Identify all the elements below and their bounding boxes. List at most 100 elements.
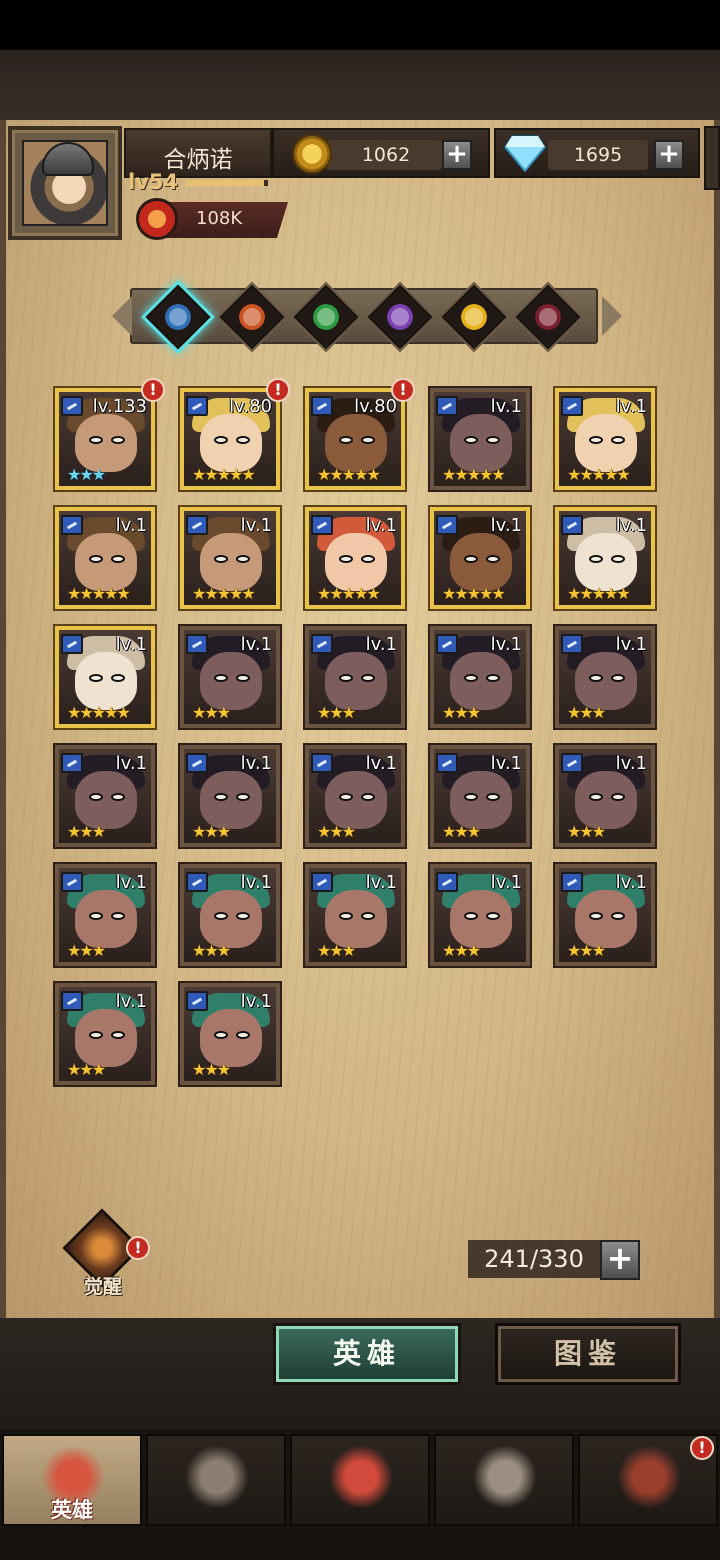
diamond-icon (504, 135, 546, 172)
hero-class-icon (436, 515, 458, 535)
add-gold-button[interactable]: + (442, 140, 472, 170)
hero-card[interactable]: lv.1 ★★★ (555, 626, 655, 728)
header-band (0, 50, 720, 130)
hero-level: lv.80 (354, 396, 397, 417)
player-avatar-button[interactable] (8, 126, 122, 240)
hero-card[interactable]: lv.1 ★★★ (430, 745, 530, 847)
hero-stars: ★★★★★ (192, 584, 256, 603)
hero-eye (611, 912, 625, 920)
heroes-screen: 合炳诺 lv54 108K 1062 + 1695 + lv.133 ★★★! lv… (0, 0, 720, 1560)
hero-level: lv.80 (229, 396, 272, 417)
hero-eye (111, 1031, 125, 1039)
hero-face (325, 771, 387, 829)
faction-emblem (239, 304, 265, 330)
hero-level: lv.1 (240, 515, 272, 536)
hero-stars: ★★★ (567, 703, 606, 722)
hero-eye (214, 555, 228, 563)
hero-eye (214, 1031, 228, 1039)
nav-item-castle-tower[interactable] (434, 1434, 574, 1526)
hero-level: lv.1 (490, 753, 522, 774)
hero-stars: ★★★ (442, 941, 481, 960)
hero-face (200, 890, 262, 948)
expand-capacity-button[interactable]: + (600, 1240, 640, 1280)
nav-item-crossed-swords[interactable] (290, 1434, 430, 1526)
hero-class-icon (561, 753, 583, 773)
hero-level: lv.1 (615, 515, 647, 536)
hero-card[interactable]: lv.1 ★★★ (430, 626, 530, 728)
tab-codex[interactable]: 图鉴 (498, 1326, 678, 1382)
hero-eye (589, 555, 603, 563)
hero-eye (361, 674, 375, 682)
hero-class-icon (61, 991, 83, 1011)
hero-class-icon (311, 872, 333, 892)
side-tab[interactable] (704, 126, 720, 190)
hero-class-icon (436, 872, 458, 892)
nav-item-war-banner[interactable] (146, 1434, 286, 1526)
hero-card[interactable]: lv.1 ★★★ (55, 864, 155, 966)
hero-eye (111, 555, 125, 563)
hero-card[interactable]: lv.1 ★★★ (55, 983, 155, 1085)
hero-eye (236, 436, 250, 444)
filter-right-arrow-icon[interactable] (602, 296, 622, 336)
hero-card[interactable]: lv.1 ★★★ (305, 864, 405, 966)
hero-eye (339, 436, 353, 444)
tab-heroes[interactable]: 英雄 (276, 1326, 458, 1382)
hero-eye (486, 793, 500, 801)
hero-card[interactable]: lv.1 ★★★★★ (555, 507, 655, 609)
hero-card[interactable]: lv.1 ★★★★★ (180, 507, 280, 609)
gold-coin-icon (292, 134, 332, 174)
hero-face (325, 533, 387, 591)
add-gems-button[interactable]: + (654, 140, 684, 170)
hero-eye (89, 555, 103, 563)
hero-card[interactable]: lv.1 ★★★ (180, 745, 280, 847)
hero-card[interactable]: lv.1 ★★★★★ (430, 388, 530, 490)
hero-level: lv.1 (365, 634, 397, 655)
hero-card[interactable]: lv.1 ★★★ (180, 626, 280, 728)
hero-eye (236, 555, 250, 563)
hero-class-icon (61, 872, 83, 892)
hero-class-icon (186, 396, 208, 416)
awaken-button[interactable]: 觉醒 ! (60, 1208, 150, 1298)
hero-card[interactable]: lv.1 ★★★★★ (430, 507, 530, 609)
faction-emblem (535, 304, 561, 330)
hero-stars: ★★★ (442, 703, 481, 722)
hero-face (575, 533, 637, 591)
hero-card[interactable]: lv.1 ★★★ (555, 864, 655, 966)
hero-stars: ★★★★★ (567, 584, 631, 603)
hero-face (75, 771, 137, 829)
hero-eye (339, 912, 353, 920)
hero-eye (464, 912, 478, 920)
hero-eye (611, 793, 625, 801)
hero-card[interactable]: lv.1 ★★★★★ (55, 507, 155, 609)
hero-class-icon (436, 753, 458, 773)
hero-eye (486, 555, 500, 563)
hero-eye (236, 793, 250, 801)
hero-card[interactable]: lv.1 ★★★ (430, 864, 530, 966)
hero-eye (464, 436, 478, 444)
hero-level: lv.133 (92, 396, 147, 417)
hero-card[interactable]: lv.80 ★★★★★ (305, 388, 405, 490)
hero-card[interactable]: lv.1 ★★★ (555, 745, 655, 847)
hero-eye (611, 674, 625, 682)
hero-eye (89, 1031, 103, 1039)
hero-card[interactable]: lv.1 ★★★ (305, 626, 405, 728)
hero-class-icon (561, 634, 583, 654)
hero-card[interactable]: lv.1 ★★★★★ (555, 388, 655, 490)
nav-item-knight-helmet[interactable]: 英雄 (2, 1434, 142, 1526)
hero-card[interactable]: lv.1 ★★★ (180, 864, 280, 966)
hero-card[interactable]: lv.1 ★★★★★ (305, 507, 405, 609)
hero-alert-badge: ! (391, 378, 415, 402)
faction-emblem (165, 304, 191, 330)
hero-card[interactable]: lv.1 ★★★★★ (55, 626, 155, 728)
hero-card[interactable]: lv.80 ★★★★★ (180, 388, 280, 490)
hero-card[interactable]: lv.133 ★★★ (55, 388, 155, 490)
hero-card[interactable]: lv.1 ★★★ (55, 745, 155, 847)
hero-eye (361, 555, 375, 563)
hero-card[interactable]: lv.1 ★★★ (180, 983, 280, 1085)
hero-level: lv.1 (490, 872, 522, 893)
filter-left-arrow-icon[interactable] (112, 296, 132, 336)
hero-eye (611, 555, 625, 563)
hero-eye (589, 912, 603, 920)
hero-card[interactable]: lv.1 ★★★ (305, 745, 405, 847)
hero-eye (214, 912, 228, 920)
